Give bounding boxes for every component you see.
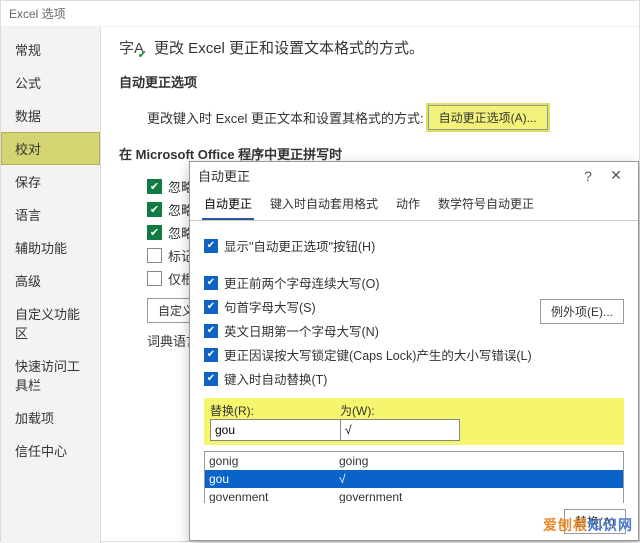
opt-replace-typing-label: 键入时自动替换(T) (224, 369, 327, 388)
autocorrect-options-button[interactable]: 自动更正选项(A)... (428, 105, 548, 130)
opt-capslock-label: 更正因误按大写锁定键(Caps Lock)产生的大小写错误(L) (224, 345, 532, 364)
opt-replace-typing-checkbox[interactable]: ✔ (204, 372, 218, 386)
opt-show-autocorrect-button-label: 显示"自动更正选项"按钮(H) (224, 236, 375, 255)
tab-autocorrect[interactable]: 自动更正 (202, 189, 254, 220)
opt-capslock-checkbox[interactable]: ✔ (204, 348, 218, 362)
opt-two-caps-label: 更正前两个字母连续大写(O) (224, 273, 380, 292)
dialog-close-button[interactable]: ✕ (602, 167, 630, 184)
checkbox-mark-repeat[interactable] (147, 248, 162, 263)
sidebar-item-trust-center[interactable]: 信任中心 (1, 434, 100, 467)
checkbox-ignore-2[interactable]: ✔ (147, 202, 162, 217)
sidebar-item-data[interactable]: 数据 (1, 99, 100, 132)
list-row: gonig going (205, 452, 623, 470)
dialog-title: 自动更正 (198, 166, 250, 185)
autocorrect-dialog: 自动更正 ? ✕ 自动更正 键入时自动套用格式 动作 数学符号自动更正 ✔ 显示… (189, 161, 639, 541)
replace-area: 替换(R): 为(W): (204, 398, 624, 445)
opt-two-caps-checkbox[interactable]: ✔ (204, 276, 218, 290)
sidebar-item-formulas[interactable]: 公式 (1, 66, 100, 99)
dialog-help-button[interactable]: ? (574, 168, 602, 184)
opt-show-autocorrect-button-checkbox[interactable]: ✔ (204, 239, 218, 253)
autocorrect-list[interactable]: gonig going gou √ govenment government g… (204, 451, 624, 503)
opt-sentence-cap-label: 句首字母大写(S) (224, 297, 316, 316)
checkbox-ignore-3[interactable]: ✔ (147, 225, 162, 240)
replace-input[interactable] (210, 419, 340, 441)
window-title: Excel 选项 (1, 1, 639, 27)
opt-day-cap-checkbox[interactable]: ✔ (204, 324, 218, 338)
with-input[interactable] (340, 419, 460, 441)
sidebar-item-customize-ribbon[interactable]: 自定义功能区 (1, 297, 100, 349)
watermark: 爱刨根知识网 (543, 515, 633, 535)
list-row: gou √ (205, 470, 623, 488)
sidebar-item-save[interactable]: 保存 (1, 165, 100, 198)
sidebar-item-accessibility[interactable]: 辅助功能 (1, 231, 100, 264)
sidebar-item-general[interactable]: 常规 (1, 33, 100, 66)
sidebar-item-proofing[interactable]: 校对 (1, 132, 100, 165)
proofing-icon: 字A✔ (119, 37, 144, 58)
list-row: govenment government (205, 488, 623, 503)
tab-actions[interactable]: 动作 (394, 189, 422, 220)
sidebar-item-quick-access[interactable]: 快速访问工具栏 (1, 349, 100, 401)
opt-day-cap-label: 英文日期第一个字母大写(N) (224, 321, 379, 340)
sidebar: 常规 公式 数据 校对 保存 语言 辅助功能 高级 自定义功能区 快速访问工具栏… (1, 27, 101, 543)
opt-sentence-cap-checkbox[interactable]: ✔ (204, 300, 218, 314)
sidebar-item-addins[interactable]: 加载项 (1, 401, 100, 434)
autocorrect-row-label: 更改键入时 Excel 更正文本和设置其格式的方式: (147, 108, 424, 127)
page-heading: 更改 Excel 更正和设置文本格式的方式。 (154, 37, 424, 58)
sidebar-item-language[interactable]: 语言 (1, 198, 100, 231)
sidebar-item-advanced[interactable]: 高级 (1, 264, 100, 297)
tab-math-autocorrect[interactable]: 数学符号自动更正 (436, 189, 536, 220)
with-label: 为(W): (340, 402, 375, 419)
dialog-tabs: 自动更正 键入时自动套用格式 动作 数学符号自动更正 (190, 189, 638, 221)
checkbox-main-dict-only[interactable] (147, 271, 162, 286)
section-autocorrect-title: 自动更正选项 (119, 72, 621, 91)
checkbox-ignore-1[interactable]: ✔ (147, 179, 162, 194)
tab-autoformat[interactable]: 键入时自动套用格式 (268, 189, 380, 220)
replace-label: 替换(R): (210, 402, 340, 419)
exceptions-button[interactable]: 例外项(E)... (540, 299, 624, 324)
